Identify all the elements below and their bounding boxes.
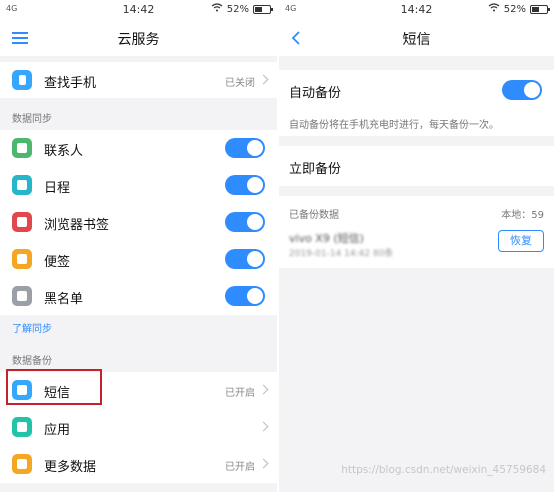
learn-sync-row: 了解同步 (0, 310, 277, 340)
local-count: 本地：59 (501, 210, 544, 221)
auto-backup-toggle[interactable] (502, 80, 542, 100)
sync-toggle[interactable] (225, 286, 265, 306)
sync-item-label: 黑名单 (44, 292, 84, 307)
wifi-icon (488, 3, 500, 15)
wifi-icon (211, 3, 223, 15)
sync-toggle[interactable] (225, 138, 265, 158)
status-icons: 52% (488, 3, 550, 15)
chevron-right-icon (258, 458, 269, 469)
battery-icon (530, 4, 550, 14)
sync-toggle[interactable] (225, 175, 265, 195)
contacts-icon (12, 138, 32, 158)
auto-backup-description: 自动备份将在手机充电时进行，每天备份一次。 (289, 120, 499, 131)
sync-item-label: 日程 (44, 181, 71, 196)
apps-icon (12, 417, 32, 437)
battery-percent: 52% (503, 3, 526, 15)
sync-item-row[interactable]: 日程 (0, 167, 277, 204)
find-phone-icon (12, 70, 32, 90)
learn-sync-link[interactable]: 了解同步 (12, 320, 52, 335)
backup-section-label: 数据备份 (12, 356, 52, 367)
chevron-right-icon (258, 421, 269, 432)
blacklist-icon (12, 286, 32, 306)
page-title: 云服务 (117, 32, 160, 48)
battery-percent: 52% (226, 3, 249, 15)
backup-item-row[interactable]: 更多数据 已开启 (0, 446, 277, 483)
battery-icon (253, 4, 273, 14)
auto-backup-label: 自动备份 (289, 86, 342, 101)
sms-highlight-box (6, 369, 102, 405)
auto-backup-row: 自动备份 自动备份将在手机充电时进行，每天备份一次。 (279, 70, 554, 136)
sync-item-label: 浏览器书签 (44, 218, 110, 233)
find-phone-label: 查找手机 (44, 76, 97, 91)
sync-section-label: 数据同步 (12, 114, 52, 125)
sync-toggle[interactable] (225, 249, 265, 269)
sync-item-row[interactable]: 浏览器书签 (0, 204, 277, 241)
backed-up-data-section: 已备份数据 本地：59 vivo X9 (短信) 2019-01-14 14:4… (279, 196, 554, 268)
find-phone-row[interactable]: 查找手机 已关闭 (0, 62, 277, 98)
find-phone-status: 已关闭 (225, 78, 255, 89)
calendar-icon (12, 175, 32, 195)
restore-button[interactable]: 恢复 (498, 230, 544, 252)
sync-item-label: 便签 (44, 255, 71, 270)
bookmark-icon (12, 212, 32, 232)
backup-item-label: 更多数据 (44, 460, 97, 475)
chevron-right-icon (258, 384, 269, 395)
more-data-icon (12, 454, 32, 474)
sync-item-row[interactable]: 便签 (0, 241, 277, 278)
backup-item-row[interactable]: 应用 (0, 409, 277, 446)
status-bar: 4G 14:42 52% (0, 0, 277, 20)
backup-item-status: 已开启 (225, 462, 255, 473)
backed-up-data-label: 已备份数据 (289, 210, 339, 221)
note-icon (12, 249, 32, 269)
nav-bar: 短信 (279, 20, 554, 56)
backup-entry-date: 2019-01-14 14:42 80条 (289, 249, 394, 259)
nav-bar: 云服务 (0, 20, 277, 56)
watermark: https://blog.csdn.net/weixin_45759684 (341, 464, 546, 476)
sync-item-label: 联系人 (44, 144, 84, 159)
sync-toggle[interactable] (225, 212, 265, 232)
page-title: 短信 (402, 32, 431, 48)
status-bar: 4G 14:42 52% (279, 0, 554, 20)
backup-now-label: 立即备份 (289, 162, 342, 177)
backup-now-row[interactable]: 立即备份 (279, 146, 554, 186)
chevron-right-icon (258, 74, 269, 85)
cloud-service-screen: 4G 14:42 52% 云服务 查找手机 已关闭 数据同步 联系人日程浏览器书… (0, 0, 277, 492)
status-icons: 52% (211, 3, 273, 15)
backup-item-status: 已开启 (225, 388, 255, 399)
backup-entry-name: vivo X9 (短信) (289, 232, 364, 245)
sync-item-row[interactable]: 联系人 (0, 130, 277, 167)
backup-item-label: 应用 (44, 423, 71, 438)
sms-backup-screen: 4G 14:42 52% 短信 自动备份 自动备份将在手机充电时进行，每天备份一… (279, 0, 554, 492)
